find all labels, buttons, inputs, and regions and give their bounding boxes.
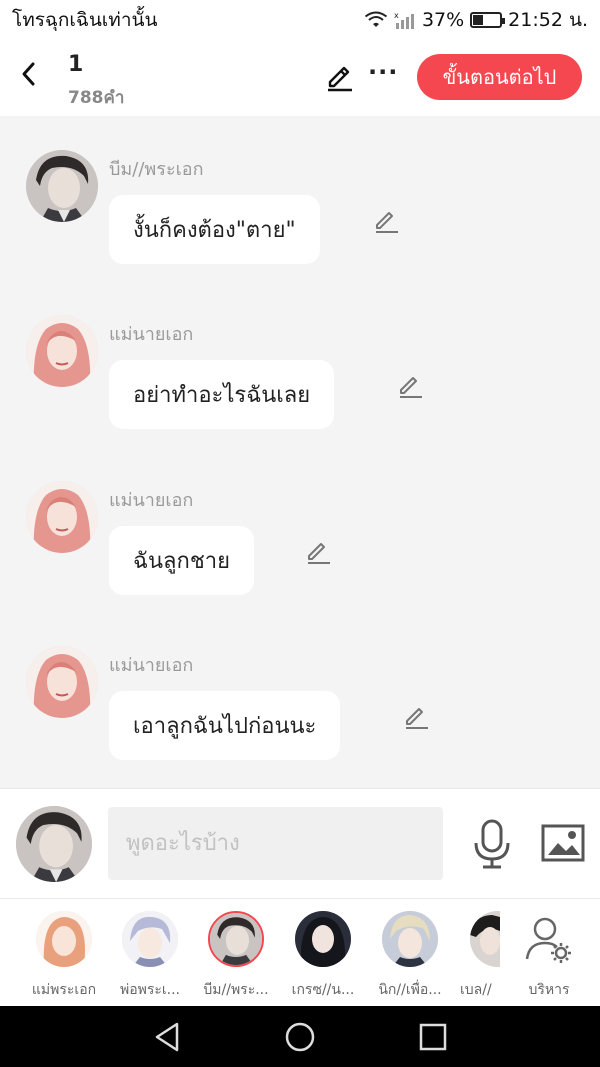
pencil-icon	[308, 543, 330, 564]
manage-icon-wrap	[521, 911, 577, 967]
avatar[interactable]	[26, 315, 98, 387]
back-button[interactable]	[12, 58, 44, 90]
message-bubble[interactable]: อย่าทำอะไรฉันเลย	[109, 360, 335, 429]
avatar	[122, 911, 178, 967]
image-button[interactable]	[540, 821, 586, 865]
character-name: พ่อพระเ...	[119, 982, 181, 998]
character-bar: แม่พระเอก พ่อพระเ... บีม//พระ... เกรซ//น…	[0, 898, 600, 1006]
system-nav-bar	[0, 1006, 600, 1067]
image-icon	[541, 824, 585, 862]
voice-button[interactable]	[472, 819, 512, 869]
chat-message[interactable]: แม่นายเอก ฉันลูกชาย	[0, 479, 600, 619]
dark-hair-man-avatar-icon	[26, 150, 98, 222]
dark-hair-man-avatar-icon	[470, 911, 500, 967]
orange-hair-woman-avatar-icon	[36, 911, 92, 967]
nav-back-button[interactable]	[151, 1020, 185, 1054]
word-count: 788คำ	[68, 88, 125, 108]
user-settings-icon	[525, 917, 571, 963]
square-recents-icon	[419, 1023, 447, 1051]
battery-percent: 37%	[421, 9, 465, 31]
composer-bar	[0, 788, 600, 898]
status-indicators: x 37% 21:52 น.	[364, 5, 588, 35]
svg-text:x: x	[394, 11, 399, 20]
character-name: บีม//พระ...	[203, 982, 269, 998]
edit-title-button[interactable]	[324, 62, 356, 94]
message-bubble[interactable]: ฉันลูกชาย	[109, 526, 255, 595]
pencil-icon	[328, 66, 352, 92]
pink-hair-woman-avatar-icon	[26, 481, 98, 553]
character-item[interactable]: เบล//	[440, 911, 504, 1001]
black-hair-woman-avatar-icon	[295, 911, 351, 967]
app-header: 1 788คำ ··· ขั้นตอนต่อไป	[0, 40, 600, 116]
character-item[interactable]: เกรซ//น...	[279, 911, 367, 1001]
battery-icon	[470, 12, 506, 28]
battery-fill	[473, 15, 484, 25]
edit-message-button[interactable]	[372, 208, 400, 236]
edit-message-button[interactable]	[396, 373, 424, 401]
clock: 21:52 น.	[508, 9, 588, 31]
pink-hair-woman-avatar-icon	[26, 315, 98, 387]
chevron-left-icon	[22, 62, 35, 86]
avatar	[295, 911, 351, 967]
triangle-back-icon	[155, 1022, 179, 1052]
edit-message-button[interactable]	[402, 704, 430, 732]
pencil-icon	[406, 708, 428, 729]
chat-message[interactable]: บีม//พระเอก งั้นก็คงต้อง"ตาย"	[0, 148, 600, 288]
character-item[interactable]: แม่พระเอก	[20, 911, 108, 1001]
avatar	[36, 911, 92, 967]
avatar[interactable]	[26, 481, 98, 553]
edit-message-button[interactable]	[304, 539, 332, 567]
nav-recents-button[interactable]	[416, 1020, 450, 1054]
manage-label: บริหาร	[528, 982, 570, 998]
episode-title[interactable]: 1	[68, 52, 83, 77]
character-name: แม่พระเอก	[31, 982, 97, 998]
speaker-name: แม่นายเอก	[109, 655, 194, 676]
pencil-icon	[376, 212, 398, 233]
dark-hair-man-avatar-icon	[16, 806, 92, 882]
signal-icon: x	[394, 11, 414, 29]
avatar	[470, 911, 500, 967]
speaker-name: แม่นายเอก	[109, 490, 194, 511]
chat-area[interactable]: บีม//พระเอก งั้นก็คงต้อง"ตาย" แม่นายเอก …	[0, 116, 600, 788]
character-name: เกรซ//น...	[291, 982, 355, 998]
nav-home-button[interactable]	[283, 1020, 317, 1054]
character-name: เบล//	[460, 982, 492, 998]
chat-message[interactable]: แม่นายเอก อย่าทำอะไรฉันเลย	[0, 313, 600, 453]
status-bar: โทรฉุกเฉินเท่านั้น x 37% 21:52 น.	[0, 0, 600, 40]
next-step-button[interactable]: ขั้นตอนต่อไป	[417, 54, 582, 100]
wifi-icon	[364, 11, 388, 27]
manage-characters-button[interactable]: บริหาร	[505, 911, 593, 1001]
message-bubble[interactable]: เอาลูกฉันไปก่อนนะ	[109, 691, 341, 760]
avatar	[382, 911, 438, 967]
circle-home-icon	[285, 1022, 315, 1052]
avatar	[208, 911, 264, 967]
speaker-name: แม่นายเอก	[109, 324, 194, 345]
microphone-icon	[474, 819, 510, 869]
character-item-selected[interactable]: บีม//พระ...	[192, 911, 280, 1001]
avatar[interactable]	[26, 150, 98, 222]
pink-hair-woman-avatar-icon	[26, 646, 98, 718]
current-speaker-avatar[interactable]	[16, 806, 92, 882]
speaker-name: บีม//พระเอก	[109, 159, 204, 180]
carrier-text: โทรฉุกเฉินเท่านั้น	[12, 9, 158, 31]
message-bubble[interactable]: งั้นก็คงต้อง"ตาย"	[109, 195, 320, 264]
chat-message[interactable]: แม่นายเอก เอาลูกฉันไปก่อนนะ	[0, 644, 600, 784]
character-item[interactable]: พ่อพระเ...	[106, 911, 194, 1001]
blond-hair-man-avatar-icon	[382, 911, 438, 967]
message-input[interactable]	[108, 807, 443, 880]
dark-hair-man-avatar-icon	[210, 913, 262, 965]
avatar[interactable]	[26, 646, 98, 718]
more-button[interactable]: ···	[368, 58, 398, 86]
pencil-icon	[400, 377, 422, 398]
silver-hair-man-avatar-icon	[122, 911, 178, 967]
